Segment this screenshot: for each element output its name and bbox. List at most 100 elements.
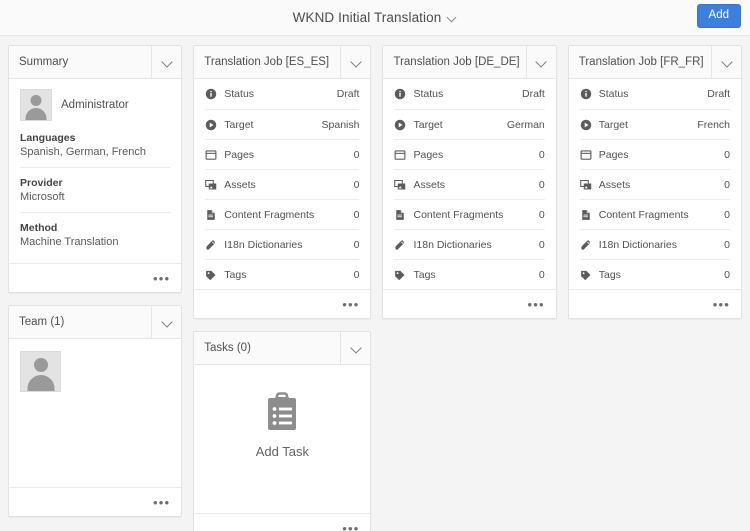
summary-collapse-button[interactable] bbox=[151, 46, 181, 78]
tasks-card-footer: ••• bbox=[194, 513, 371, 531]
summary-user-row: Administrator bbox=[20, 89, 170, 121]
team-card-title: Team (1) bbox=[19, 316, 65, 328]
info-circle-icon bbox=[205, 88, 222, 100]
job-row-label: Content Fragments bbox=[413, 208, 504, 221]
target-play-icon bbox=[205, 119, 222, 131]
tasks-card-title: Tasks (0) bbox=[204, 342, 251, 354]
summary-more-actions-button[interactable]: ••• bbox=[153, 272, 170, 285]
dictionary-icon bbox=[580, 239, 597, 251]
job-collapse-button[interactable] bbox=[340, 46, 370, 78]
tasks-card: Tasks (0) Add Task ••• bbox=[193, 331, 372, 531]
document-icon bbox=[580, 209, 597, 221]
team-more-actions-button[interactable]: ••• bbox=[153, 496, 170, 509]
clipboard-task-icon bbox=[263, 392, 301, 437]
page-title: WKND Initial Translation bbox=[292, 10, 442, 25]
summary-card-title: Summary bbox=[19, 56, 69, 68]
job-card-header: Translation Job [ES_ES] bbox=[194, 46, 371, 79]
job-row-label: Status bbox=[598, 88, 629, 100]
job-row-pages: Pages 0 bbox=[579, 139, 731, 169]
job-row-label: Pages bbox=[598, 148, 629, 161]
job-row-value: 0 bbox=[353, 238, 360, 251]
dictionary-icon bbox=[205, 239, 222, 251]
chevron-down-icon bbox=[162, 317, 172, 327]
team-card-footer: ••• bbox=[9, 487, 182, 516]
job-row-label: Tags bbox=[224, 268, 247, 281]
summary-field-languages: Languages Spanish, German, French bbox=[20, 132, 170, 167]
job-row-pages: Pages 0 bbox=[205, 139, 360, 169]
job-row-value: Spanish bbox=[321, 118, 360, 131]
job-row-label: Status bbox=[413, 88, 444, 100]
job-row-tags: Tags 0 bbox=[394, 259, 545, 289]
chevron-down-icon bbox=[722, 57, 732, 67]
tasks-more-actions-button[interactable]: ••• bbox=[342, 522, 359, 531]
job-row-target: Target German bbox=[394, 109, 545, 139]
summary-field-label: Languages bbox=[20, 132, 76, 144]
summary-user-name: Administrator bbox=[61, 99, 129, 111]
summary-card-body: Administrator Languages Spanish, German,… bbox=[9, 79, 181, 263]
team-member-avatar[interactable] bbox=[20, 351, 61, 392]
info-circle-icon bbox=[394, 88, 411, 100]
summary-field-label: Provider bbox=[20, 177, 63, 189]
job-row-status: Status Draft bbox=[205, 79, 359, 109]
board-column-2: Translation Job [ES_ES] Status Draft Tar… bbox=[193, 45, 372, 531]
job-card-header: Translation Job [DE_DE] bbox=[383, 46, 556, 79]
job-card-body: Status Draft Target Spanish Pages 0 Asse… bbox=[194, 79, 370, 289]
job-card-title: Translation Job [ES_ES] bbox=[204, 56, 330, 68]
job-detail-rows: Status Draft Target French Pages 0 Asset… bbox=[569, 79, 741, 289]
page-title-menu[interactable]: WKND Initial Translation bbox=[293, 10, 458, 25]
job-row-tags: Tags 0 bbox=[579, 259, 731, 289]
tasks-collapse-button[interactable] bbox=[340, 332, 370, 364]
tag-icon bbox=[205, 269, 222, 281]
job-row-value: 0 bbox=[353, 178, 360, 191]
job-row-value: 0 bbox=[353, 148, 360, 161]
job-row-label: I18n Dictionaries bbox=[598, 238, 677, 251]
team-collapse-button[interactable] bbox=[151, 306, 181, 338]
target-play-icon bbox=[580, 119, 597, 131]
job-more-actions-button[interactable]: ••• bbox=[713, 298, 730, 311]
job-row-value: 0 bbox=[724, 148, 731, 161]
chevron-down-icon bbox=[536, 57, 546, 67]
job-collapse-button[interactable] bbox=[525, 46, 556, 78]
job-collapse-button[interactable] bbox=[711, 46, 741, 78]
pages-icon bbox=[205, 149, 222, 161]
job-card-footer: ••• bbox=[194, 289, 371, 318]
job-row-value: 0 bbox=[538, 238, 545, 251]
job-row-value: Draft bbox=[707, 88, 731, 100]
board-column-3: Translation Job [DE_DE] Status Draft Tar… bbox=[382, 45, 557, 319]
job-row-target: Target French bbox=[579, 109, 731, 139]
job-row-tags: Tags 0 bbox=[205, 259, 360, 289]
job-row-status: Status Draft bbox=[580, 79, 730, 109]
job-card-body: Status Draft Target German Pages 0 Asset… bbox=[383, 79, 555, 289]
job-row-label: Assets bbox=[413, 178, 445, 191]
job-row-assets: Assets 0 bbox=[205, 169, 360, 199]
chevron-down-icon bbox=[351, 343, 361, 353]
job-row-label: I18n Dictionaries bbox=[224, 238, 303, 251]
chevron-down-icon[interactable] bbox=[448, 13, 457, 22]
job-more-actions-button[interactable]: ••• bbox=[342, 298, 359, 311]
job-row-value: 0 bbox=[724, 268, 731, 281]
job-card-footer: ••• bbox=[568, 289, 742, 318]
job-row-value: French bbox=[697, 118, 731, 131]
job-card-footer: ••• bbox=[383, 289, 556, 318]
job-row-content-fragments: Content Fragments 0 bbox=[579, 199, 731, 229]
add-button[interactable]: Add bbox=[696, 4, 741, 28]
summary-field-method: Method Machine Translation bbox=[20, 212, 171, 257]
job-row-content-fragments: Content Fragments 0 bbox=[394, 199, 545, 229]
dictionary-icon bbox=[394, 239, 411, 251]
job-row-target: Target Spanish bbox=[205, 109, 360, 139]
job-row-i18n-dictionaries: I18n Dictionaries 0 bbox=[205, 229, 360, 259]
job-more-actions-button[interactable]: ••• bbox=[527, 298, 544, 311]
add-task-button[interactable]: Add Task bbox=[194, 365, 370, 513]
job-row-value: 0 bbox=[353, 268, 360, 281]
tasks-card-header: Tasks (0) bbox=[194, 332, 371, 365]
summary-field-provider: Provider Microsoft bbox=[20, 167, 171, 212]
job-detail-rows: Status Draft Target Spanish Pages 0 Asse… bbox=[194, 79, 370, 289]
job-card-body: Status Draft Target French Pages 0 Asset… bbox=[569, 79, 741, 289]
summary-field-value: Machine Translation bbox=[20, 236, 119, 248]
job-row-label: Target bbox=[224, 118, 254, 131]
job-row-label: Target bbox=[598, 118, 628, 131]
job-row-label: Status bbox=[224, 88, 255, 100]
job-row-value: Draft bbox=[521, 88, 545, 100]
job-row-pages: Pages 0 bbox=[394, 139, 545, 169]
job-row-label: Target bbox=[413, 118, 443, 131]
